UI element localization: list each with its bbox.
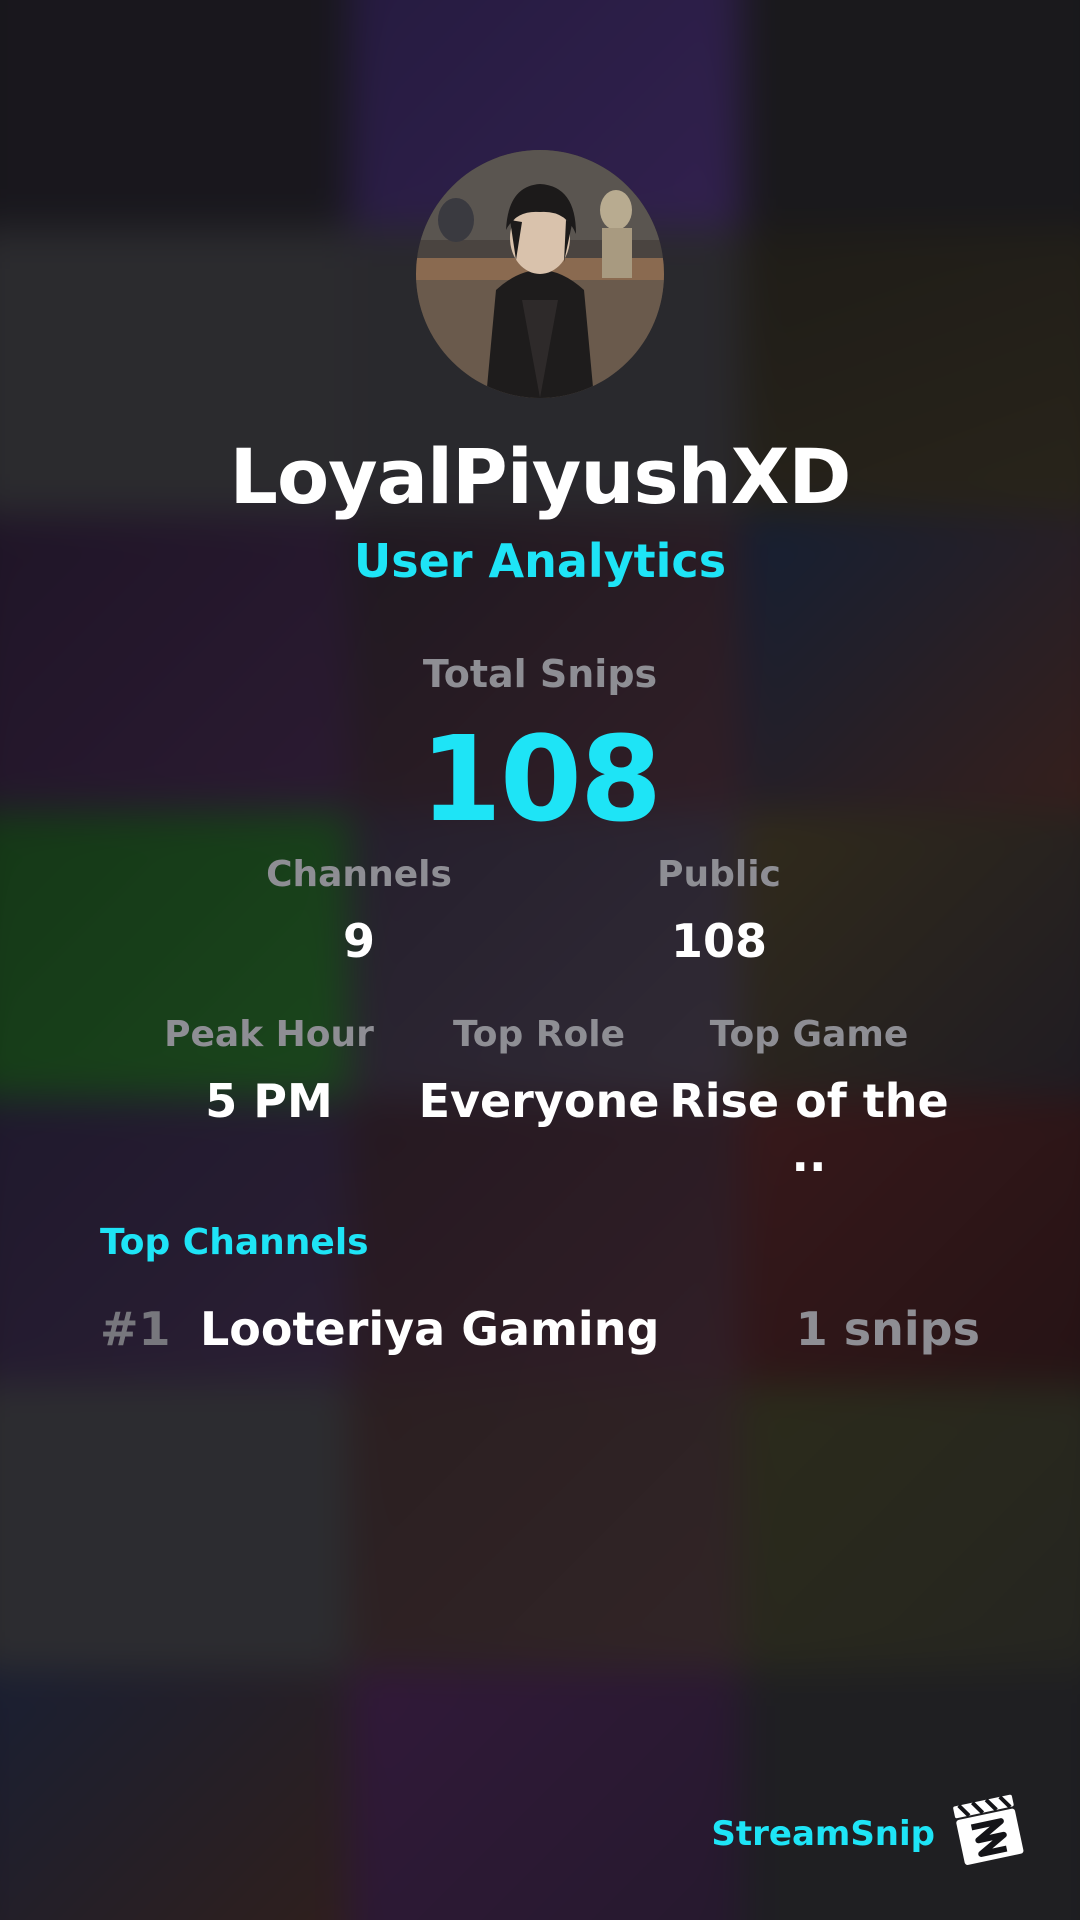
card-content: LoyalPiyushXD User Analytics Total Snips…: [0, 0, 1080, 1920]
avatar-illustration: [416, 150, 664, 398]
brand-name: StreamSnip: [711, 1814, 935, 1854]
clapperboard-icon: [950, 1790, 1026, 1866]
analytics-card: LoyalPiyushXD User Analytics Total Snips…: [0, 0, 1080, 1920]
page-subtitle: User Analytics: [353, 534, 727, 588]
username: LoyalPiyushXD: [229, 432, 852, 521]
stat-top-game-label: Top Game: [709, 1014, 909, 1055]
channel-rank: #1: [100, 1302, 171, 1356]
channel-snip-count: 1 snips: [795, 1302, 980, 1356]
channel-name: Looteriya Gaming: [200, 1302, 660, 1356]
total-snips-value: 108: [419, 710, 662, 848]
top-channels-heading: Top Channels: [100, 1222, 369, 1263]
total-snips-label: Total Snips: [422, 652, 658, 696]
stat-peak-hour-value: 5 PM: [205, 1074, 333, 1128]
stat-channels-value: 9: [342, 914, 375, 968]
stat-public-label: Public: [657, 854, 781, 895]
stat-top-game-value: Rise of the ..: [669, 1074, 949, 1182]
stat-top-role-value: Everyone: [418, 1074, 660, 1128]
stat-public-value: 108: [670, 914, 768, 968]
stat-peak-hour-label: Peak Hour: [164, 1014, 374, 1055]
avatar: [416, 150, 664, 398]
stat-channels-label: Channels: [266, 854, 452, 895]
stat-top-role-label: Top Role: [452, 1014, 626, 1055]
